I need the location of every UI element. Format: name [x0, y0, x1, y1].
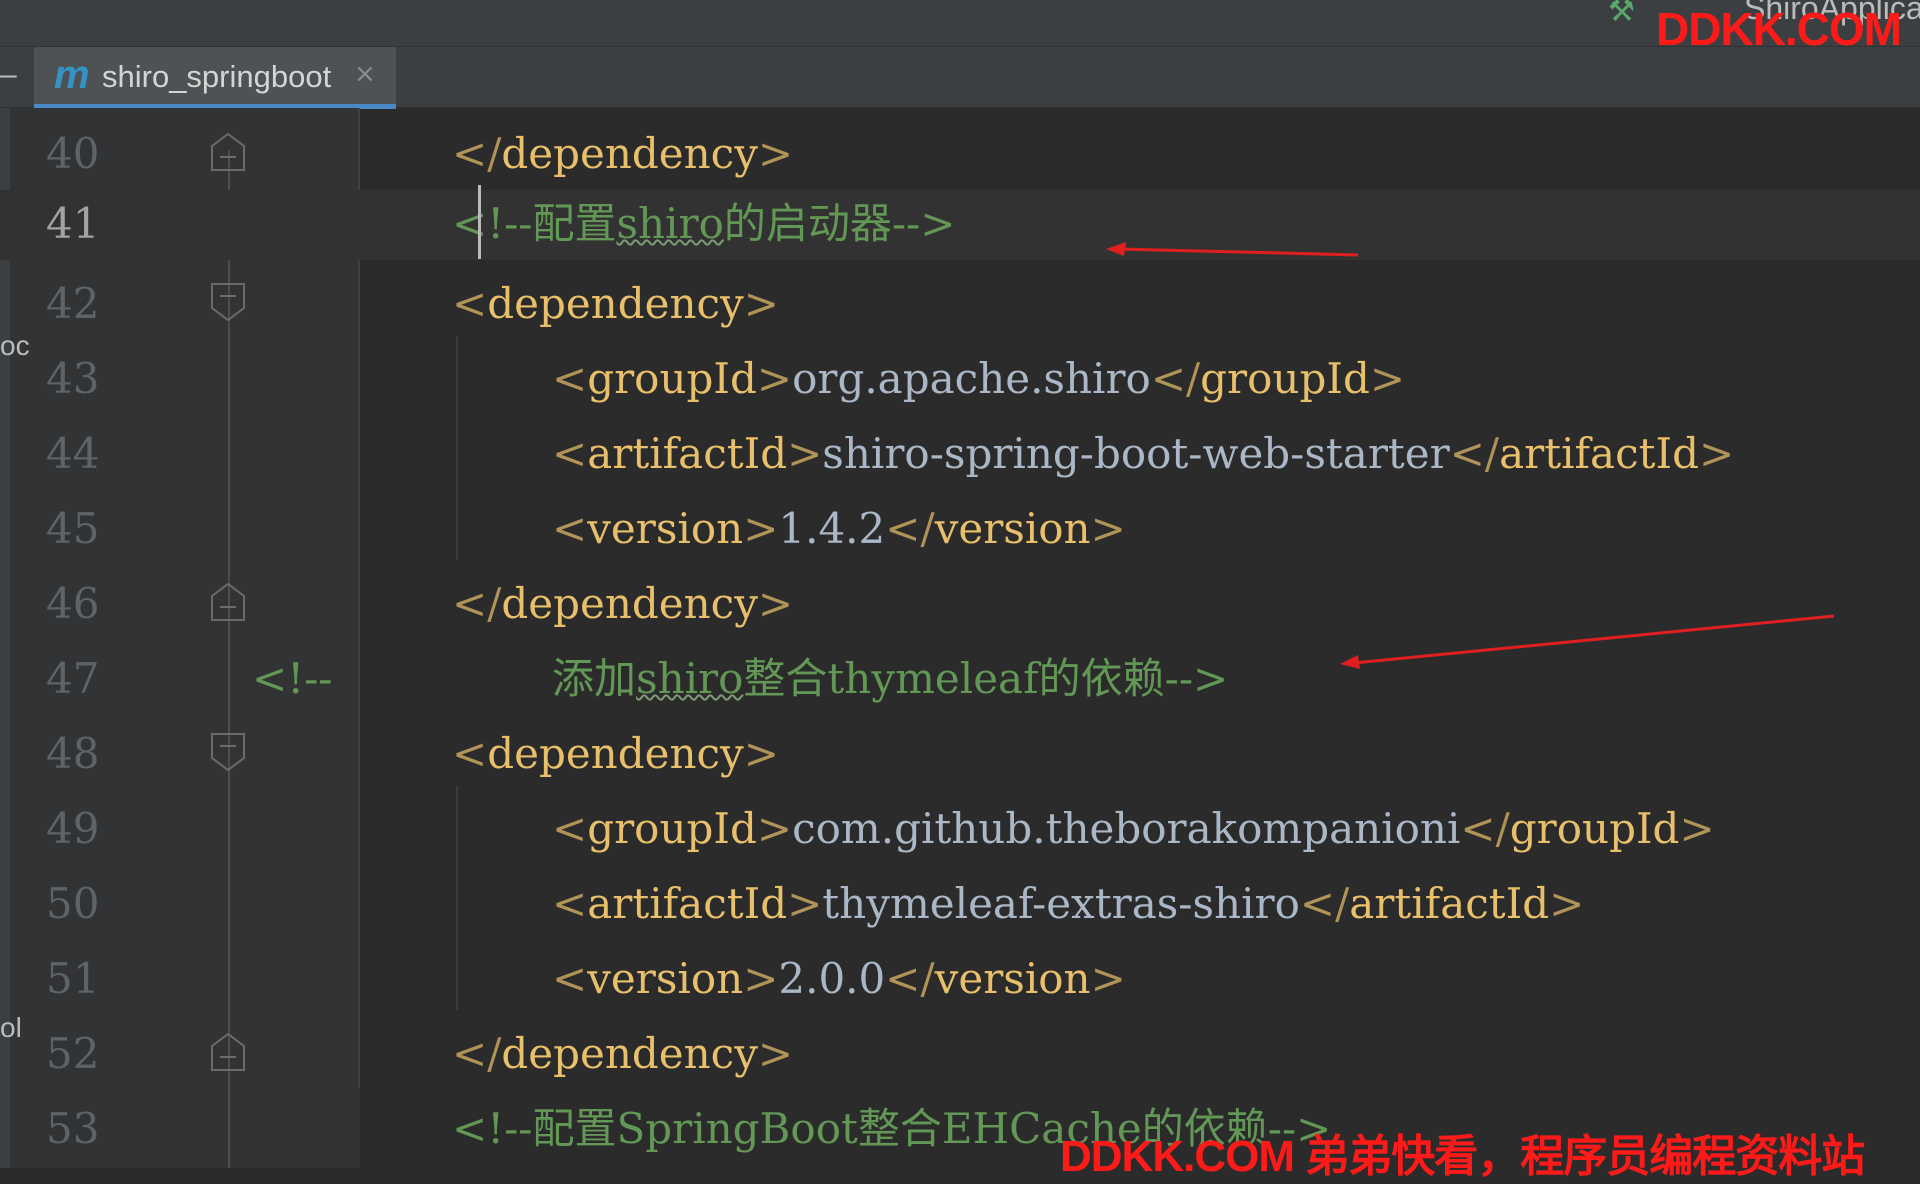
watermark-bottom: DDKK.COM 弟弟快看，程序员编程资料站: [1060, 1132, 1865, 1181]
annotation-arrow: [1340, 614, 1835, 669]
annotation-arrows: [1106, 242, 1835, 669]
annotation-arrow: [1106, 242, 1359, 257]
